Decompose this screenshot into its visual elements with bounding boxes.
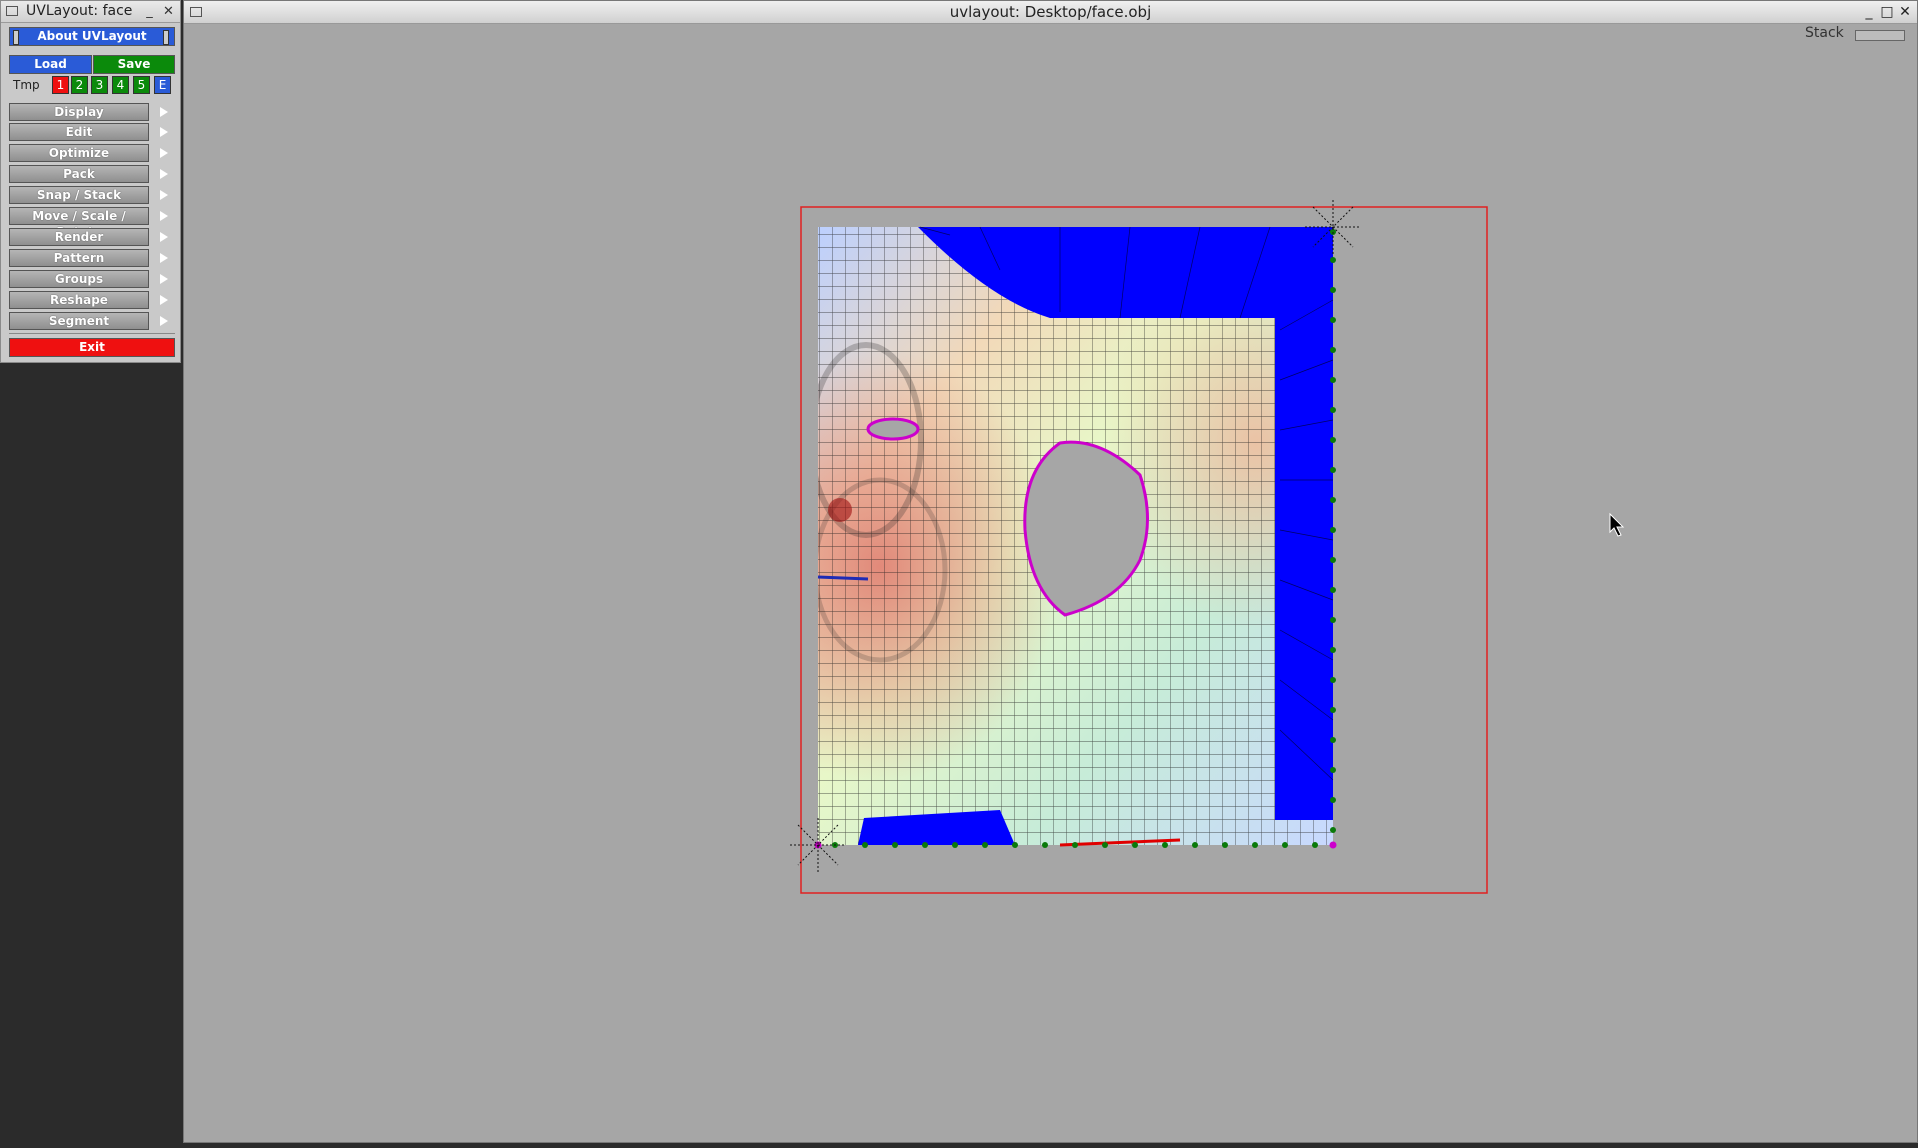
uv-island[interactable] <box>811 226 1337 849</box>
eye-hole <box>866 417 920 441</box>
uv-viewport[interactable] <box>0 0 1918 1148</box>
mouse-cursor-icon <box>1609 512 1625 537</box>
